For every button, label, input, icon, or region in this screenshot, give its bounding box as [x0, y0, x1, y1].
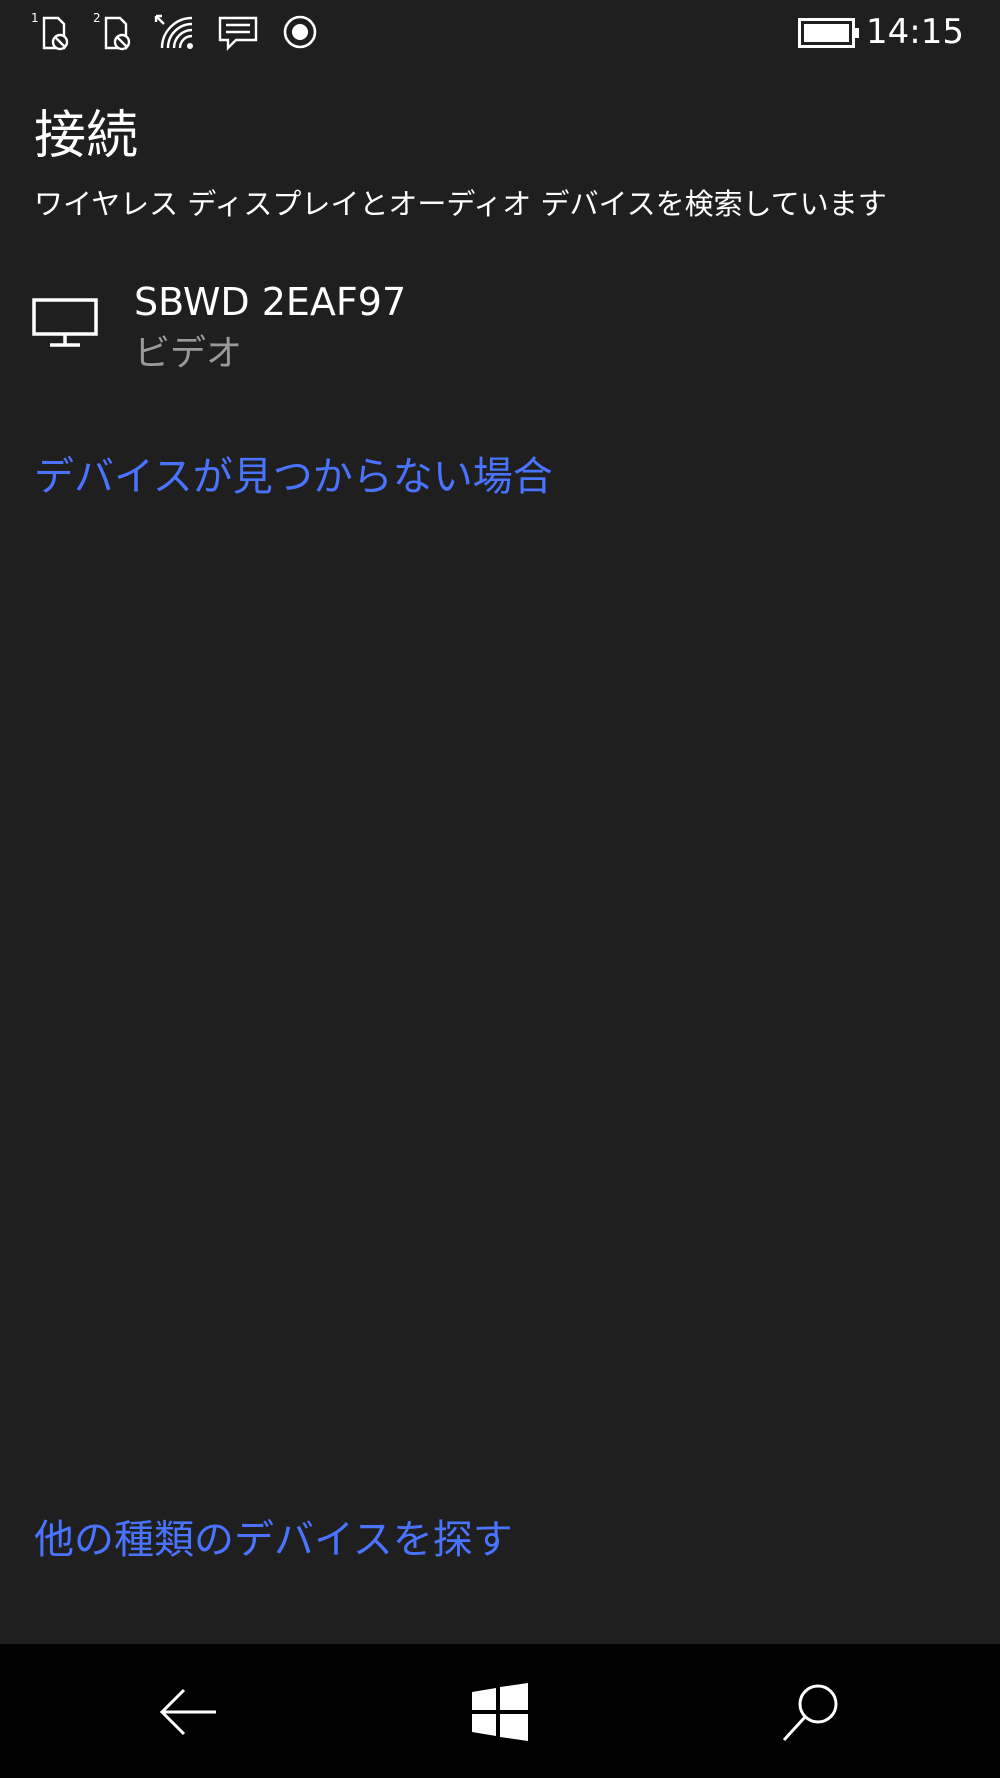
sim1-no-service-icon: 1 — [30, 10, 74, 54]
svg-text:2: 2 — [93, 11, 101, 25]
device-list-item[interactable]: SBWD 2EAF97 ビデオ — [0, 270, 1000, 390]
message-icon — [216, 10, 260, 54]
sim2-no-service-icon: 2 — [92, 10, 136, 54]
find-other-devices-link[interactable]: 他の種類のデバイスを探す — [34, 1518, 513, 1562]
page-title: 接続 — [34, 106, 139, 166]
wifi-icon — [154, 10, 198, 54]
device-name: SBWD 2EAF97 — [134, 280, 407, 324]
back-arrow-icon[interactable] — [156, 1680, 220, 1744]
battery-icon — [798, 18, 860, 48]
navigation-bar — [0, 1644, 1000, 1778]
record-icon — [278, 10, 322, 54]
device-not-found-link[interactable]: デバイスが見つからない場合 — [34, 455, 553, 499]
device-type: ビデオ — [134, 333, 243, 374]
windows-icon[interactable] — [468, 1680, 532, 1744]
monitor-icon — [32, 298, 98, 348]
search-icon[interactable] — [780, 1680, 844, 1744]
status-bar: 1 2 14:15 — [0, 0, 1000, 64]
status-clock: 14:15 — [866, 12, 964, 52]
page-subtitle: ワイヤレス ディスプレイとオーディオ デバイスを検索しています — [34, 187, 887, 221]
svg-text:1: 1 — [31, 11, 39, 25]
